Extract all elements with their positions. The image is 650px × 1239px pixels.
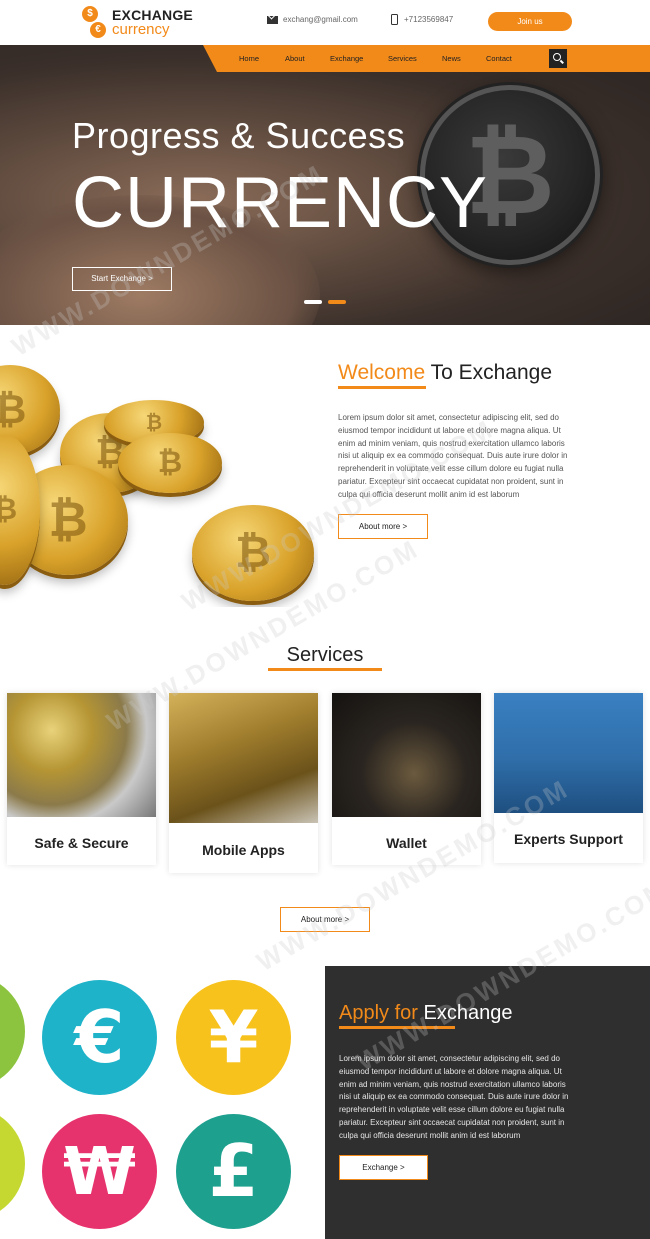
header: $ € EXCHANGE currency exchang@gmail.com … — [0, 0, 650, 45]
gold-coins-image — [0, 325, 318, 607]
search-button[interactable] — [549, 49, 567, 68]
currency-icons-image: € ¥ ₩ £ — [0, 966, 325, 1239]
gear-coins-image — [7, 693, 156, 817]
main-nav: Home About Exchange Services News Contac… — [0, 45, 650, 72]
wallet-image — [332, 693, 481, 817]
header-phone: +7123569847 — [391, 14, 453, 26]
apply-line: enim ad minim veniam, quis nostrud exerc… — [339, 1079, 566, 1089]
hero-banner: ₿ Progress & Success CURRENCY Start Exch… — [0, 45, 650, 325]
apply-line: eiusmod tempor incididunt ut labore et d… — [339, 1066, 562, 1076]
nav-item-exchange[interactable]: Exchange — [330, 45, 363, 72]
logo-name-bottom: currency — [112, 21, 170, 38]
page: ₿ Progress & Success CURRENCY Start Exch… — [0, 0, 650, 1239]
welcome-title-highlight: Welcome — [338, 361, 426, 384]
join-us-button[interactable]: Join us — [488, 12, 572, 31]
welcome-paragraph: Lorem ipsum dolor sit amet, consectetur … — [338, 412, 638, 502]
services-about-more-button[interactable]: About more > — [280, 907, 370, 932]
service-card-mobile-apps[interactable]: Mobile Apps — [169, 693, 318, 873]
service-label: Experts Support — [514, 831, 623, 847]
slider-dot-2[interactable] — [328, 300, 346, 304]
start-exchange-button[interactable]: Start Exchange > — [72, 267, 172, 291]
nav-item-services[interactable]: Services — [388, 45, 417, 72]
apply-title-highlight: Apply for — [339, 1002, 418, 1024]
euro-icon: € — [42, 980, 157, 1095]
welcome-title: Welcome To Exchange — [338, 360, 552, 386]
currency-partial-icon — [0, 1106, 25, 1221]
hero-subtitle: Progress & Success — [72, 115, 406, 156]
about-more-button[interactable]: About more > — [338, 514, 428, 539]
laptop-bitcoin-image — [169, 693, 318, 823]
apply-line: Lorem ipsum dolor sit amet, consectetur … — [339, 1054, 560, 1063]
service-card-safe-secure[interactable]: Safe & Secure — [7, 693, 156, 865]
exchange-button[interactable]: Exchange > — [339, 1155, 428, 1180]
welcome-line: reprehenderit in voluptate velit esse ci… — [338, 464, 564, 474]
currency-partial-icon — [0, 974, 25, 1089]
nav-bar-background — [203, 45, 650, 72]
welcome-line: culpa qui officia deserunt mollit anim i… — [338, 489, 520, 499]
apply-paragraph: Lorem ipsum dolor sit amet, consectetur … — [339, 1053, 639, 1143]
apply-line: culpa qui officia deserunt mollit anim i… — [339, 1130, 521, 1140]
service-card-experts-support[interactable]: Experts Support — [494, 693, 643, 863]
apply-line: pariatur. Excepteur sint occaecat cupida… — [339, 1117, 565, 1127]
service-card-wallet[interactable]: Wallet — [332, 693, 481, 865]
pocket-wallet-image — [494, 693, 643, 813]
phone-icon — [391, 14, 398, 26]
apply-title: Apply for Exchange — [339, 1001, 512, 1025]
header-email[interactable]: exchang@gmail.com — [267, 14, 358, 26]
envelope-icon — [267, 15, 278, 24]
nav-item-news[interactable]: News — [442, 45, 461, 72]
hero-title: CURRENCY — [72, 163, 489, 243]
service-label: Mobile Apps — [202, 842, 285, 858]
phone-text: +7123569847 — [404, 15, 454, 24]
yen-icon: ¥ — [176, 980, 291, 1095]
services-title: Services — [286, 644, 364, 666]
welcome-title-underline — [338, 386, 426, 389]
nav-item-about[interactable]: About — [285, 45, 305, 72]
service-label: Safe & Secure — [34, 835, 129, 851]
email-text: exchang@gmail.com — [283, 15, 358, 24]
logo-coins-icon: $ € — [82, 6, 108, 40]
welcome-line: nisi ut aliquip ex ea commodo consequat.… — [338, 451, 568, 461]
apply-title-rest: Exchange — [417, 1002, 513, 1024]
welcome-line: pariatur. Excepteur sint occaecat cupida… — [338, 476, 564, 486]
apply-line: nisi ut aliquip ex ea commodo consequat.… — [339, 1092, 569, 1102]
won-icon: ₩ — [42, 1114, 157, 1229]
nav-item-home[interactable]: Home — [239, 45, 259, 72]
welcome-line: eiusmod tempor incididunt ut labore et d… — [338, 425, 561, 435]
welcome-line: Lorem ipsum dolor sit amet, consectetur … — [338, 413, 559, 422]
slider-dot-1[interactable] — [304, 300, 322, 304]
welcome-line: enim ad minim veniam, quis nostrud exerc… — [338, 438, 565, 448]
nav-item-contact[interactable]: Contact — [486, 45, 512, 72]
welcome-title-rest: To Exchange — [425, 361, 553, 384]
services-title-underline — [268, 668, 382, 671]
apply-line: reprehenderit in voluptate velit esse ci… — [339, 1105, 565, 1115]
logo[interactable]: $ € EXCHANGE currency — [82, 6, 202, 40]
apply-title-underline — [339, 1026, 455, 1029]
pound-icon: £ — [176, 1114, 291, 1229]
service-label: Wallet — [386, 835, 427, 851]
